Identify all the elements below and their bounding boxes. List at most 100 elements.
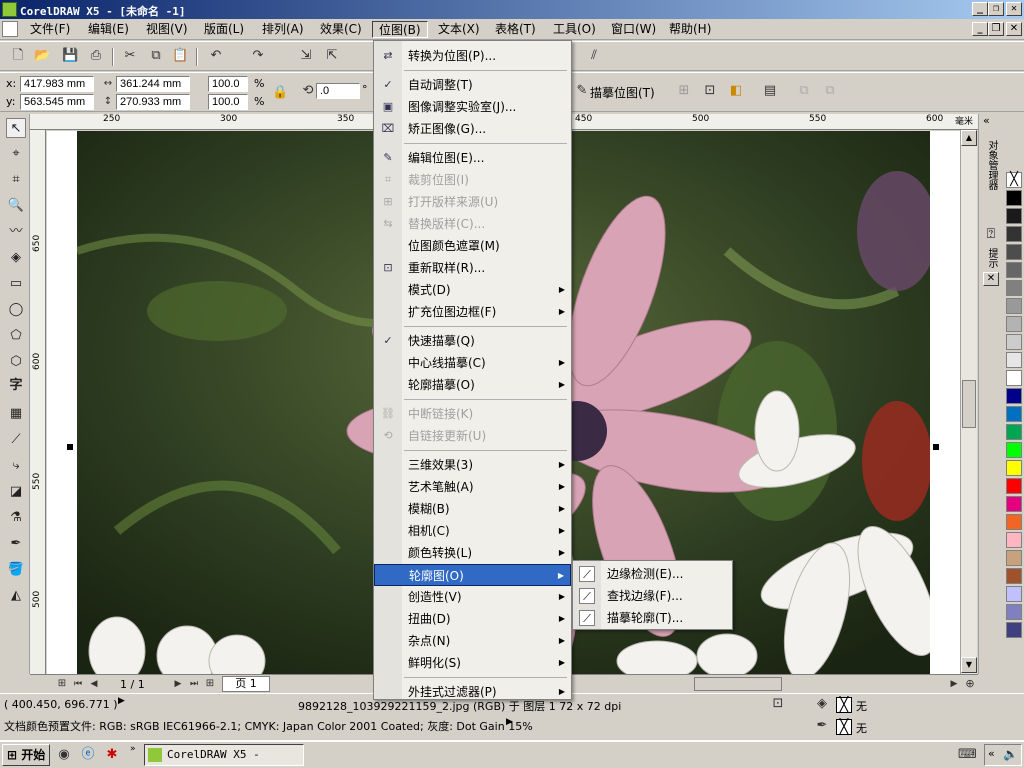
trace-bitmap-button[interactable]: 描摹位图(T) [590, 84, 655, 101]
quicklaunch-icon[interactable]: ✱ [104, 747, 120, 763]
bitmaps-menu-item[interactable]: 扭曲(D) ▶ [374, 608, 571, 630]
bitmaps-menu-item[interactable]: 颜色转换(L) ▶ [374, 542, 571, 564]
palette-swatch[interactable] [1006, 406, 1022, 422]
smart-fill-icon[interactable]: ◈ [6, 248, 26, 268]
submenu-find-edges[interactable]: ⟋ 查找边缘(F)... [573, 585, 732, 607]
last-page-icon[interactable]: ⏭ [186, 676, 202, 692]
tray-expand-icon[interactable]: « [988, 747, 995, 760]
prev-page-icon[interactable]: ◀ [86, 676, 102, 692]
new-icon[interactable]: 🗋 [10, 48, 26, 64]
object-manager-tab[interactable]: 对象管理器 [984, 140, 999, 190]
bitmaps-menu-item[interactable]: ▣ 图像调整实验室(J)... [374, 96, 571, 118]
bitmaps-menu-item[interactable]: ✎ 编辑位图(E)... [374, 147, 571, 169]
menu-table[interactable]: 表格(T) [489, 21, 542, 38]
docker-collapse-icon[interactable]: « [983, 114, 990, 127]
polygon-tool-icon[interactable]: ⬠ [6, 326, 26, 346]
hscroll-thumb[interactable] [694, 677, 782, 691]
pick-tool-icon[interactable]: ↖ [6, 118, 26, 138]
palette-swatch[interactable] [1006, 298, 1022, 314]
wrap-text-icon[interactable]: ▤ [762, 83, 778, 99]
submenu-edge-detect[interactable]: ⟋ 边缘检测(E)... [573, 563, 732, 585]
palette-swatch[interactable] [1006, 532, 1022, 548]
redo-icon[interactable]: ↷ [250, 48, 266, 64]
rectangle-tool-icon[interactable]: ▭ [6, 274, 26, 294]
palette-swatch[interactable] [1006, 568, 1022, 584]
bitmaps-menu-item[interactable]: 外挂式过滤器(P) ▶ [374, 681, 571, 703]
crop-bitmap-icon[interactable]: ⊞ [676, 83, 692, 99]
vertical-scrollbar[interactable]: ▲ ▼ [960, 130, 977, 674]
doc-minimize-button[interactable]: _ [972, 22, 988, 36]
freehand-tool-icon[interactable]: 〰 [6, 222, 26, 242]
palette-swatch[interactable] [1006, 370, 1022, 386]
palette-swatch[interactable] [1006, 208, 1022, 224]
scale-y-field[interactable]: 100.0 [208, 94, 248, 110]
bitmaps-menu-item[interactable]: ⊡ 重新取样(R)... [374, 257, 571, 279]
menu-text[interactable]: 文本(X) [432, 21, 486, 38]
bitmap-mask-icon[interactable]: ◧ [728, 83, 744, 99]
bitmaps-menu-item[interactable]: 模糊(B) ▶ [374, 498, 571, 520]
resample-icon[interactable]: ⊡ [702, 83, 718, 99]
zoom-tool-icon[interactable]: 🔍 [6, 196, 26, 216]
hints-icon[interactable]: ⍰ [981, 226, 1001, 246]
undo-icon[interactable]: ↶ [208, 48, 224, 64]
maximize-button[interactable]: ❐ [988, 2, 1004, 16]
bitmaps-menu-item[interactable]: 艺术笔触(A) ▶ [374, 476, 571, 498]
add-page-before-icon[interactable]: ⊞ [54, 676, 70, 692]
hints-tab[interactable]: 提示 [984, 248, 999, 268]
close-button[interactable]: ✕ [1006, 2, 1022, 16]
palette-swatch[interactable] [1006, 280, 1022, 296]
menu-edit[interactable]: 编辑(E) [82, 21, 135, 38]
scale-x-field[interactable]: 100.0 [208, 76, 248, 92]
bitmaps-menu-item[interactable]: ⇄ 转换为位图(P)... [374, 45, 571, 67]
interactive-fill-icon[interactable]: ◭ [6, 586, 26, 606]
page-tab[interactable]: 页 1 [222, 676, 270, 692]
bitmaps-menu-item[interactable]: 杂点(N) ▶ [374, 630, 571, 652]
menu-window[interactable]: 窗口(W) [605, 21, 662, 38]
scroll-up-button[interactable]: ▲ [961, 130, 977, 146]
menu-tools[interactable]: 工具(O) [547, 21, 602, 38]
selection-handle-left[interactable] [67, 444, 73, 450]
palette-swatch[interactable] [1006, 622, 1022, 638]
width-field[interactable]: 361.244 mm [116, 76, 190, 92]
chrome-icon[interactable]: ◉ [56, 747, 72, 763]
bitmaps-menu-item[interactable]: 相机(C) ▶ [374, 520, 571, 542]
crop-tool-icon[interactable]: ⌗ [6, 170, 26, 190]
start-button[interactable]: ⊞ 开始 [2, 744, 50, 766]
to-back-icon[interactable]: ⧉ [822, 83, 838, 99]
lock-ratio-icon[interactable]: 🔒 [272, 85, 288, 101]
to-front-icon[interactable]: ⧉ [796, 83, 812, 99]
palette-swatch[interactable] [1006, 514, 1022, 530]
outline-tool-icon[interactable]: ✒ [6, 534, 26, 554]
zoom-navigator-icon[interactable]: ⊕ [962, 676, 978, 692]
snap-icon[interactable]: ⫽ [586, 48, 602, 64]
palette-swatch[interactable] [1006, 244, 1022, 260]
copy-icon[interactable]: ⧉ [148, 48, 164, 64]
ellipse-tool-icon[interactable]: ◯ [6, 300, 26, 320]
export-icon[interactable]: ⇱ [324, 48, 340, 64]
palette-swatch[interactable] [1006, 460, 1022, 476]
save-icon[interactable]: 💾 [62, 48, 78, 64]
bitmaps-menu-item[interactable]: 轮廓图(O) ▶ [374, 564, 571, 586]
palette-swatch[interactable] [1006, 604, 1022, 620]
trace-bitmap-icon[interactable]: ✎ [574, 83, 590, 99]
add-page-after-icon[interactable]: ⊞ [202, 676, 218, 692]
menu-bitmaps[interactable]: 位图(B) [372, 21, 428, 38]
cut-icon[interactable]: ✂ [122, 48, 138, 64]
bitmaps-menu-item[interactable]: ✓ 自动调整(T) [374, 74, 571, 96]
coreldraw-app-icon[interactable] [2, 2, 17, 17]
document-icon[interactable] [2, 21, 18, 37]
palette-swatch[interactable] [1006, 442, 1022, 458]
docker-close-button[interactable]: ✕ [983, 272, 999, 286]
palette-swatch[interactable] [1006, 262, 1022, 278]
vertical-ruler[interactable]: 650 600 550 500 [30, 130, 46, 674]
palette-swatch[interactable] [1006, 190, 1022, 206]
submenu-trace-contour[interactable]: ⟋ 描摹轮廓(T)... [573, 607, 732, 629]
bitmaps-menu-item[interactable]: 创造性(V) ▶ [374, 586, 571, 608]
connector-tool-icon[interactable]: ⤷ [6, 456, 26, 476]
scroll-thumb[interactable] [962, 380, 976, 428]
bitmaps-menu-item[interactable]: 位图颜色遮罩(M) [374, 235, 571, 257]
palette-swatch[interactable] [1006, 424, 1022, 440]
menu-effects[interactable]: 效果(C) [314, 21, 368, 38]
ie-icon[interactable]: ⓔ [80, 747, 96, 763]
next-page-icon[interactable]: ▶ [170, 676, 186, 692]
